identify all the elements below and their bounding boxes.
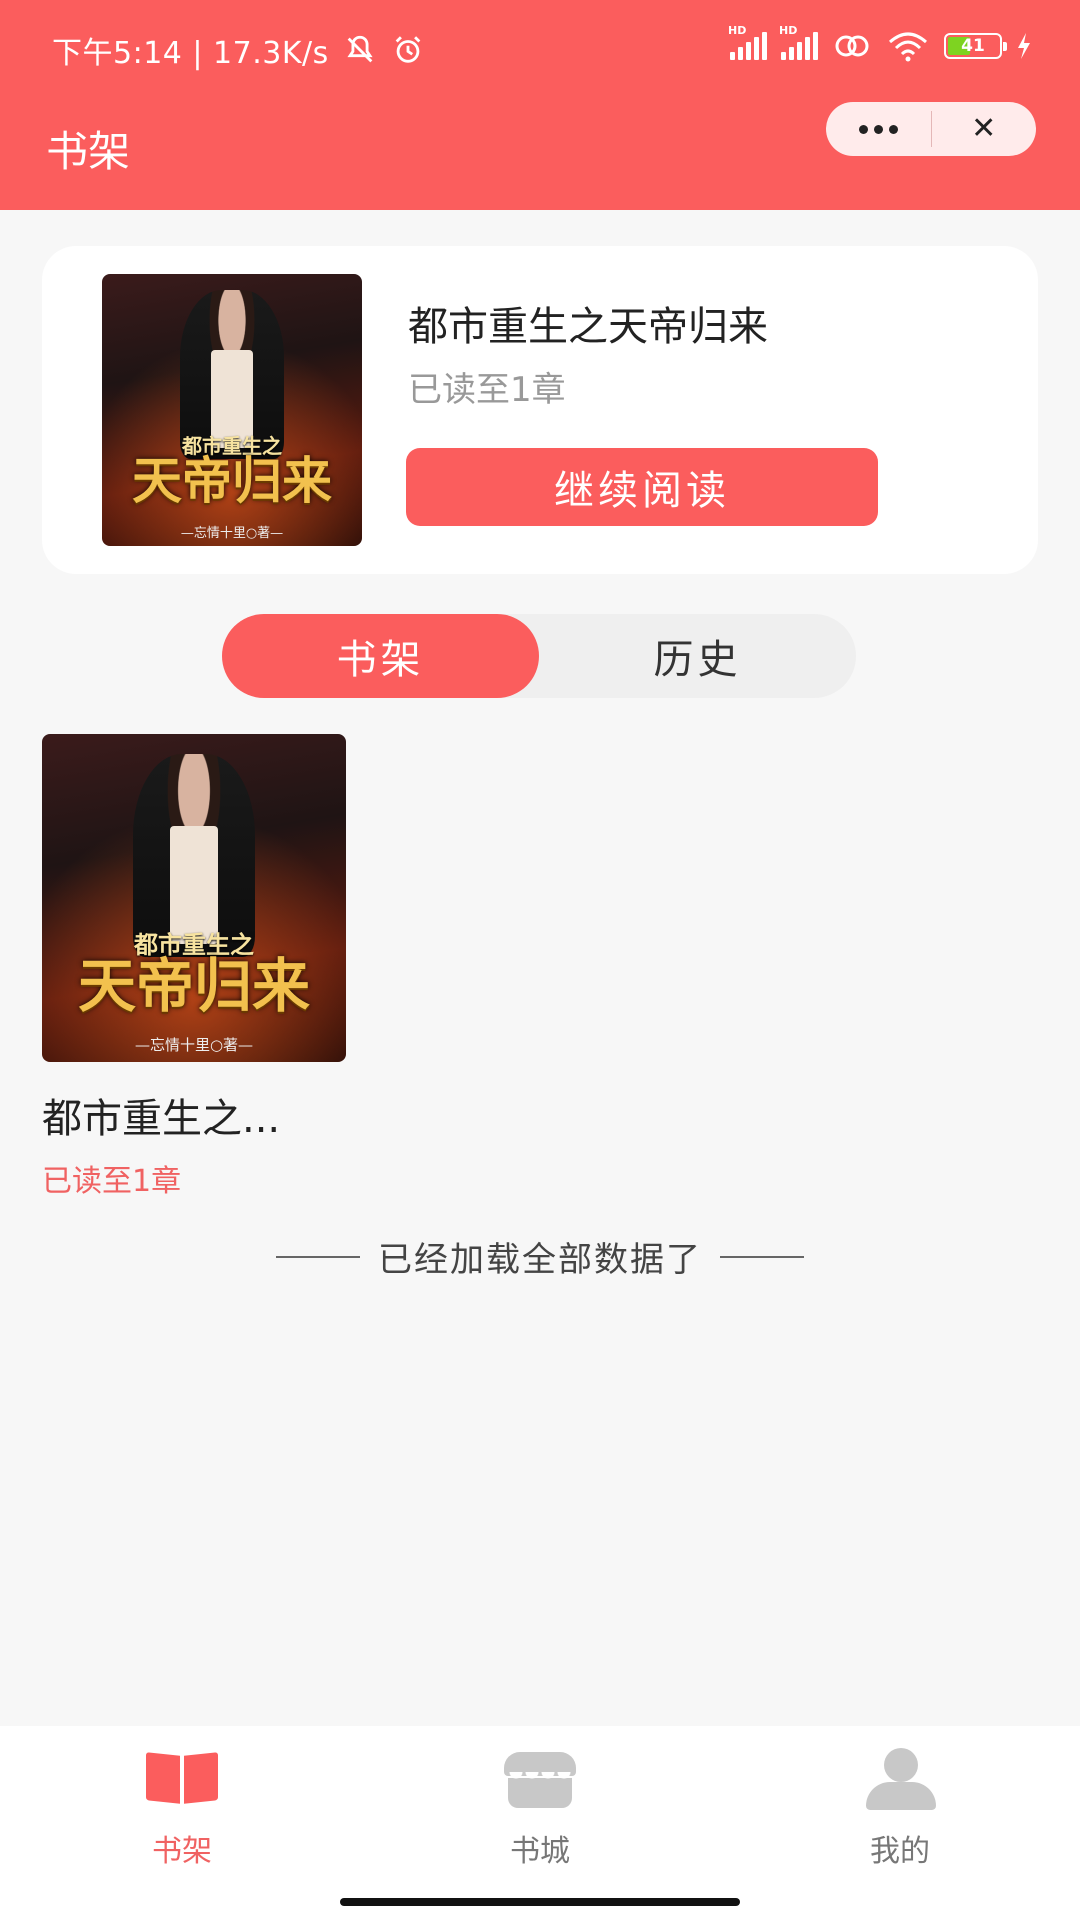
shelf-book-progress: 已读至1章 xyxy=(42,1164,182,1199)
signal-icon-2: HD xyxy=(779,24,818,60)
signal-icon: HD xyxy=(728,24,767,60)
more-button[interactable] xyxy=(826,102,931,156)
close-button[interactable]: ✕ xyxy=(932,102,1037,156)
status-right: HD HD 41 xyxy=(728,24,1032,62)
close-icon: ✕ xyxy=(971,111,997,146)
tab-history[interactable]: 历史 xyxy=(539,614,856,698)
page-title: 书架 xyxy=(46,127,131,176)
tabbar-label: 我的 xyxy=(870,1834,930,1869)
shelf-book-item[interactable]: 都市重生之 天帝归来 —忘情十里○著— 都市重生之... 已读至1章 xyxy=(42,734,348,1200)
bottom-tab-bar: 书架 书城 我的 xyxy=(0,1726,1080,1920)
home-indicator xyxy=(340,1898,740,1906)
shelf-book-title: 都市重生之... xyxy=(42,1096,281,1142)
tab-bookshelf[interactable]: 书架 xyxy=(222,614,539,698)
profile-icon xyxy=(862,1748,938,1812)
mute-bell-icon xyxy=(347,35,373,63)
book-cover[interactable]: 都市重生之 天帝归来 —忘情十里○著— xyxy=(102,274,362,546)
cover-author: —忘情十里○著— xyxy=(134,1036,254,1055)
app-header: 下午5:14 | 17.3K/s HD HD 41 书架 ✕ xyxy=(0,0,1080,210)
tabbar-item-bookshelf[interactable]: 书架 xyxy=(82,1748,282,1870)
book-title: 都市重生之天帝归来 xyxy=(408,304,768,350)
cover-title: 天帝归来 xyxy=(132,451,332,511)
load-complete-text: 已经加载全部数据了 xyxy=(378,1240,702,1280)
mini-program-capsule: ✕ xyxy=(826,102,1036,156)
bookshelf-icon xyxy=(144,1748,220,1812)
divider-line-right xyxy=(720,1255,804,1258)
status-time-speed: 下午5:14 | 17.3K/s xyxy=(52,36,329,71)
tabbar-item-profile[interactable]: 我的 xyxy=(800,1748,1000,1870)
bookstore-icon xyxy=(502,1748,578,1812)
divider-line-left xyxy=(276,1255,360,1258)
cover-author: —忘情十里○著— xyxy=(180,525,284,541)
status-bar: 下午5:14 | 17.3K/s HD HD 41 xyxy=(0,0,1080,100)
reading-progress: 已读至1章 xyxy=(408,370,566,410)
battery-icon: 41 xyxy=(944,33,1007,59)
wifi-icon xyxy=(889,32,927,62)
load-complete-indicator: 已经加载全部数据了 xyxy=(0,1232,1080,1281)
tabbar-item-bookstore[interactable]: 书城 xyxy=(440,1748,640,1870)
continue-reading-button[interactable]: 继续阅读 xyxy=(406,448,878,526)
more-dots-icon xyxy=(858,124,898,134)
alarm-icon xyxy=(395,36,421,63)
link-icon xyxy=(835,35,869,57)
recent-reading-card[interactable]: 都市重生之 天帝归来 —忘情十里○著— 都市重生之天帝归来 已读至1章 继续阅读 xyxy=(42,246,1038,574)
shelf-history-segment: 书架 历史 xyxy=(222,614,856,698)
status-left: 下午5:14 | 17.3K/s xyxy=(52,28,425,72)
battery-level: 41 xyxy=(961,36,985,56)
charging-icon xyxy=(1018,33,1030,59)
cover-title: 天帝归来 xyxy=(77,951,310,1020)
tabbar-label: 书城 xyxy=(510,1834,570,1869)
tabbar-label: 书架 xyxy=(152,1834,212,1869)
book-cover[interactable]: 都市重生之 天帝归来 —忘情十里○著— xyxy=(42,734,346,1062)
